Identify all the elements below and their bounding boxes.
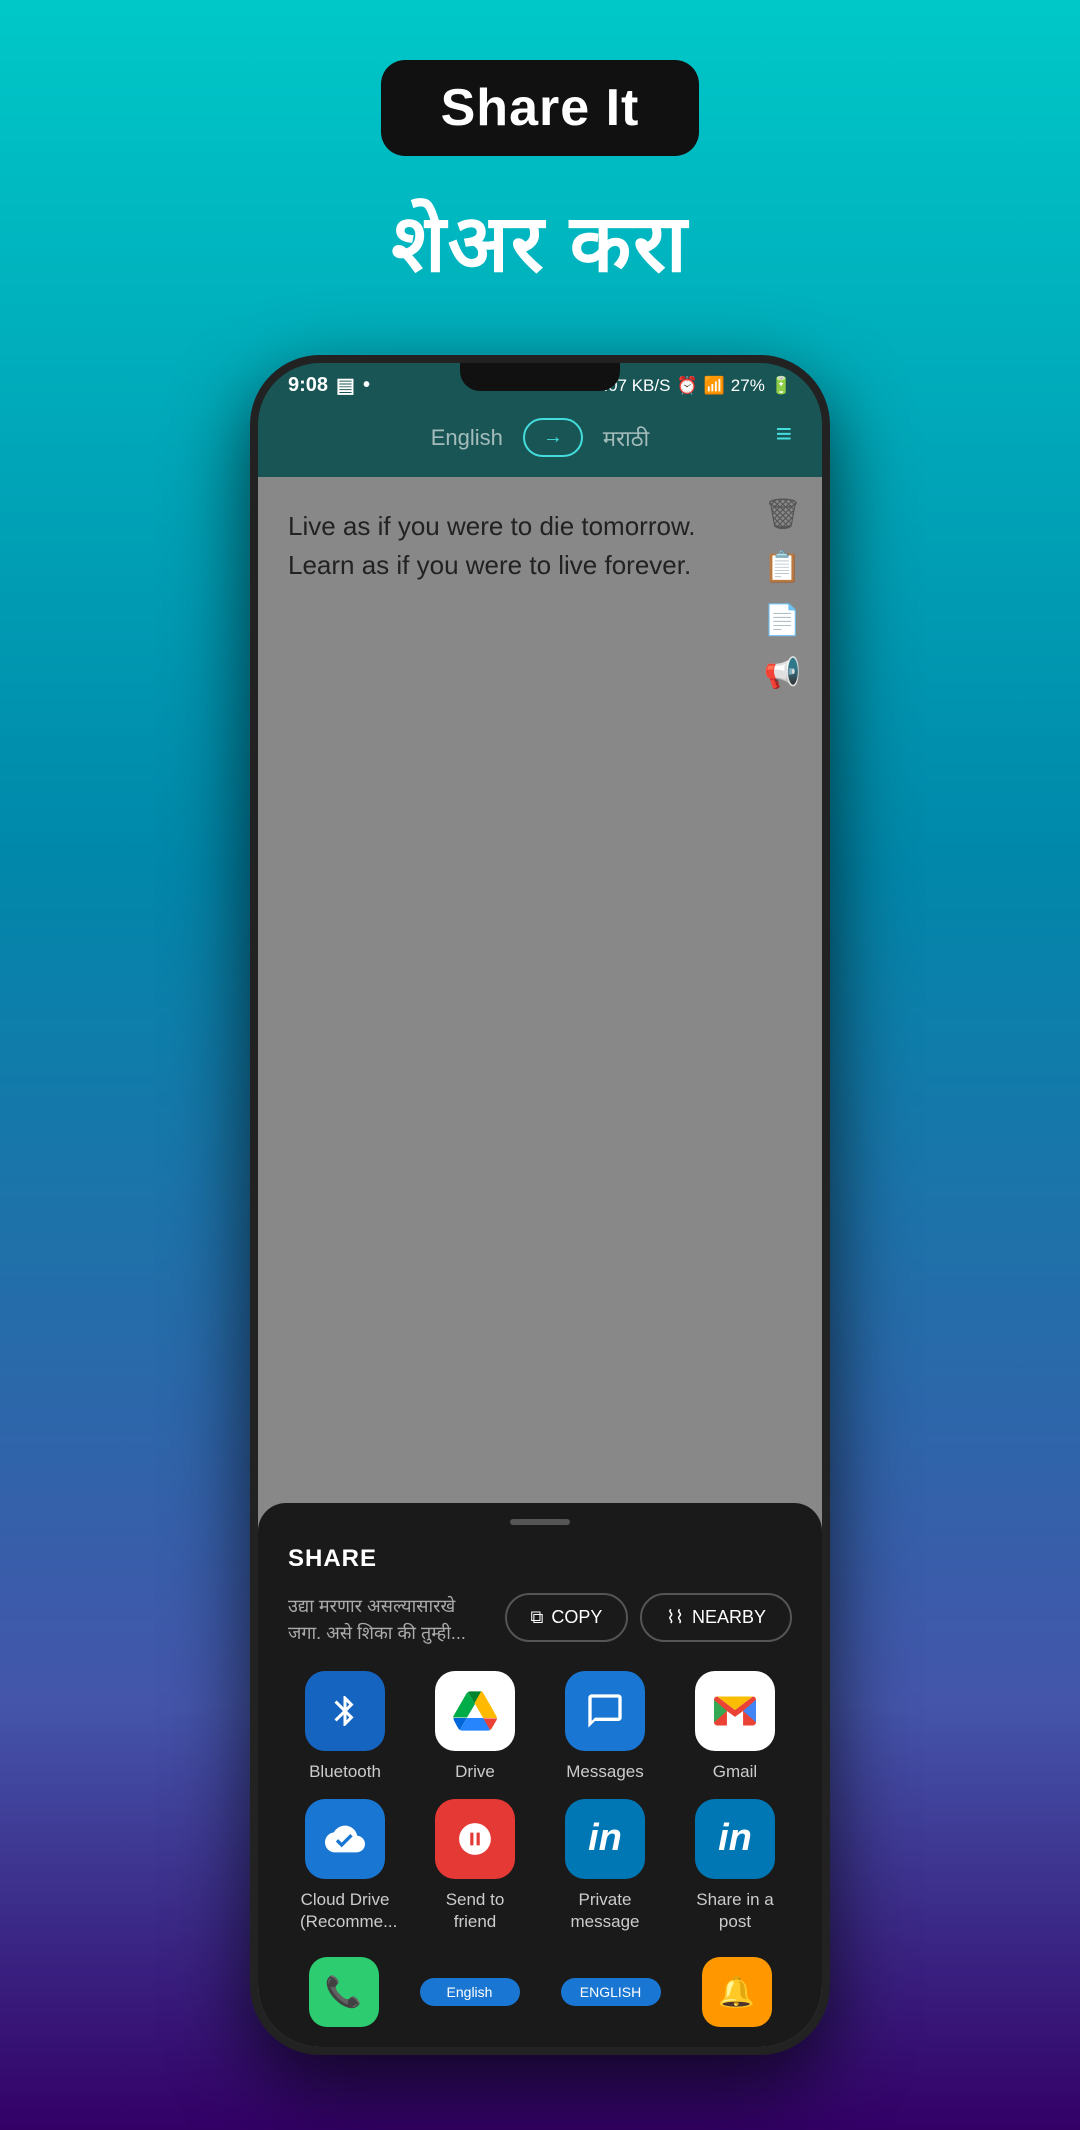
app-item-cloud-drive[interactable]: Cloud Drive (Recomme... (288, 1799, 402, 1933)
drive-label: Drive (455, 1761, 495, 1783)
more-app-2[interactable]: 🔔 (702, 1957, 772, 2027)
linkedin-private-icon: in (565, 1799, 645, 1879)
app-item-messages[interactable]: Messages (548, 1671, 662, 1783)
share-label: SHARE (288, 1545, 792, 1573)
action-icons: 🗑 📋 📄 📢 (764, 497, 802, 691)
arrow-icon: → (543, 426, 563, 449)
send-to-friend-label: Send to friend (430, 1889, 520, 1933)
app-title: Share It (381, 60, 700, 156)
lang-marathi-label: मराठी (603, 423, 649, 453)
copy-icon-btn: ⧉ (531, 1607, 544, 1628)
apps-grid: Bluetooth Drive (288, 1671, 792, 1933)
cloud-drive-label: Cloud Drive (Recomme... (300, 1889, 390, 1933)
delete-icon[interactable]: 🗑 (764, 497, 802, 532)
phone-notch (460, 363, 620, 391)
messages-label: Messages (566, 1761, 643, 1783)
copy-label: COPY (551, 1607, 602, 1628)
bottom-nav-english2: ENGLISH (561, 1957, 661, 2027)
messages-icon (565, 1671, 645, 1751)
bottom-nav-english: English (420, 1957, 520, 2027)
linkedin-private-label: Private message (560, 1889, 650, 1933)
nearby-icon: ⌇⌇ (666, 1607, 684, 1628)
quote-text: Live as if you were to die tomorrow. Lea… (288, 507, 718, 585)
linkedin-post-icon: in (695, 1799, 775, 1879)
nearby-label: NEARBY (692, 1607, 766, 1628)
share-text-preview: उद्या मरणार असल्यासारखे जगा. असे शिका की… (288, 1593, 489, 1647)
share-actions-row: उद्या मरणार असल्यासारखे जगा. असे शिका की… (288, 1593, 792, 1647)
bottom-sheet: SHARE उद्या मरणार असल्यासारखे जगा. असे श… (258, 1503, 822, 2047)
gmail-label: Gmail (713, 1761, 757, 1783)
app-item-bluetooth[interactable]: Bluetooth (288, 1671, 402, 1783)
announce-icon[interactable]: 📢 (764, 656, 802, 691)
more-apps-row: 📞 English ENGLISH 🔔 (288, 1949, 792, 2027)
app-item-send-to-friend[interactable]: Send to friend (418, 1799, 532, 1933)
drive-icon (435, 1671, 515, 1751)
copy-button[interactable]: ⧉ COPY (505, 1593, 629, 1642)
status-right: 0.07 KB/S ⏰ 📶 27% 🔋 (594, 376, 792, 396)
bluetooth-icon (305, 1671, 385, 1751)
phone-frame: 9:08 ▤ • 0.07 KB/S ⏰ 📶 27% 🔋 English → म… (250, 355, 830, 2055)
lang-toggle-button[interactable]: → (523, 418, 583, 457)
bluetooth-label: Bluetooth (309, 1761, 381, 1783)
nearby-button[interactable]: ⌇⌇ NEARBY (640, 1593, 792, 1642)
lang-english-label: English (431, 425, 503, 451)
app-item-drive[interactable]: Drive (418, 1671, 532, 1783)
app-item-linkedin-post[interactable]: in Share in a post (678, 1799, 792, 1933)
copy-icon[interactable]: 📋 (764, 550, 802, 585)
status-time: 9:08 ▤ • (288, 373, 370, 398)
phone-content: 9:08 ▤ • 0.07 KB/S ⏰ 📶 27% 🔋 English → म… (258, 363, 822, 2047)
hamburger-icon[interactable]: ≡ (776, 418, 792, 450)
subtitle-marathi: शेअर करा (391, 186, 688, 295)
header-area: Share It शेअर करा (0, 0, 1080, 295)
app-item-linkedin-private[interactable]: in Private message (548, 1799, 662, 1933)
send-to-friend-icon (435, 1799, 515, 1879)
more-app-1[interactable]: 📞 (309, 1957, 379, 2027)
app-item-gmail[interactable]: Gmail (678, 1671, 792, 1783)
cloud-drive-icon (305, 1799, 385, 1879)
sheet-handle (510, 1519, 570, 1525)
linkedin-post-label: Share in a post (690, 1889, 780, 1933)
paste-icon[interactable]: 📄 (764, 603, 802, 638)
gmail-icon (695, 1671, 775, 1751)
